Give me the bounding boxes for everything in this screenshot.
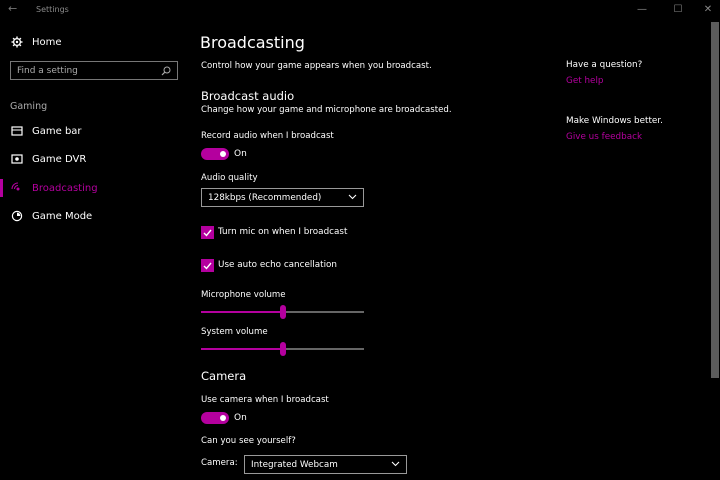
search-icon[interactable] (161, 61, 171, 80)
record-audio-label: Record audio when I broadcast (201, 131, 334, 141)
back-arrow-icon[interactable]: ← (8, 2, 17, 15)
sidebar: Home Gaming Game bar Game DVR Broadcasti… (0, 20, 189, 480)
main-content: Broadcasting Control how your game appea… (189, 20, 709, 480)
maximize-button[interactable]: ☐ (668, 2, 688, 18)
record-audio-toggle[interactable] (201, 148, 229, 160)
slider-fill (201, 311, 283, 313)
sidebar-item-label: Home (32, 36, 62, 48)
use-camera-toggle[interactable] (201, 412, 229, 424)
page-title: Broadcasting (200, 33, 305, 52)
section-label-gaming: Gaming (10, 101, 48, 112)
sidebar-item-label: Broadcasting (32, 182, 98, 194)
sidebar-item-game-mode[interactable]: Game Mode (0, 204, 189, 228)
camera-select[interactable]: Integrated Webcam (244, 455, 407, 474)
chevron-down-icon (348, 193, 357, 203)
record-audio-state: On (234, 149, 247, 159)
microphone-volume-slider[interactable] (201, 305, 364, 319)
slider-thumb[interactable] (279, 342, 286, 356)
window-title: Settings (36, 5, 69, 14)
page-description: Control how your game appears when you b… (201, 61, 432, 71)
use-camera-label: Use camera when I broadcast (201, 395, 329, 405)
search-input[interactable] (17, 65, 147, 76)
sidebar-item-game-bar[interactable]: Game bar (0, 119, 189, 143)
see-yourself-label: Can you see yourself? (201, 436, 296, 446)
give-feedback-link[interactable]: Give us feedback (566, 132, 642, 142)
slider-fill (201, 348, 283, 350)
camera-select-label: Camera: (201, 458, 238, 468)
audio-quality-label: Audio quality (201, 173, 258, 183)
checkmark-icon (203, 262, 212, 270)
chevron-down-icon (391, 460, 400, 470)
toggle-knob (220, 415, 226, 421)
broadcast-audio-description: Change how your game and microphone are … (201, 105, 452, 115)
game-dvr-icon (10, 152, 24, 166)
sidebar-item-label: Game bar (32, 125, 82, 137)
sidebar-item-home[interactable]: Home (0, 30, 189, 54)
broadcast-audio-heading: Broadcast audio (201, 89, 295, 103)
sidebar-item-label: Game Mode (32, 210, 93, 222)
toggle-knob (220, 151, 226, 157)
system-volume-slider[interactable] (201, 342, 364, 356)
sidebar-item-broadcasting[interactable]: Broadcasting (0, 176, 189, 200)
search-box[interactable] (10, 61, 178, 80)
turn-mic-on-label[interactable]: Turn mic on when I broadcast (218, 227, 347, 237)
minimize-button[interactable]: — (632, 2, 652, 18)
audio-quality-value: 128kbps (Recommended) (208, 192, 322, 203)
game-mode-icon (10, 209, 24, 223)
use-camera-state: On (234, 413, 247, 423)
title-bar: ← Settings — ☐ ✕ (0, 0, 720, 20)
game-bar-icon (10, 124, 24, 138)
audio-quality-select[interactable]: 128kbps (Recommended) (201, 188, 364, 207)
broadcasting-icon (10, 181, 24, 195)
turn-mic-on-checkbox[interactable] (201, 226, 214, 239)
sidebar-item-game-dvr[interactable]: Game DVR (0, 147, 189, 171)
echo-cancellation-checkbox[interactable] (201, 259, 214, 272)
microphone-volume-label: Microphone volume (201, 290, 286, 300)
camera-heading: Camera (201, 369, 247, 383)
sidebar-item-label: Game DVR (32, 153, 87, 165)
gear-icon (10, 35, 24, 49)
echo-cancellation-label[interactable]: Use auto echo cancellation (218, 260, 337, 270)
get-help-link[interactable]: Get help (566, 76, 604, 86)
scrollbar[interactable] (711, 22, 719, 378)
slider-thumb[interactable] (279, 305, 286, 319)
make-windows-better-text: Make Windows better. (566, 116, 663, 126)
question-text: Have a question? (566, 60, 643, 70)
close-button[interactable]: ✕ (698, 2, 718, 18)
camera-select-value: Integrated Webcam (251, 459, 338, 470)
system-volume-label: System volume (201, 327, 268, 337)
checkmark-icon (203, 229, 212, 237)
